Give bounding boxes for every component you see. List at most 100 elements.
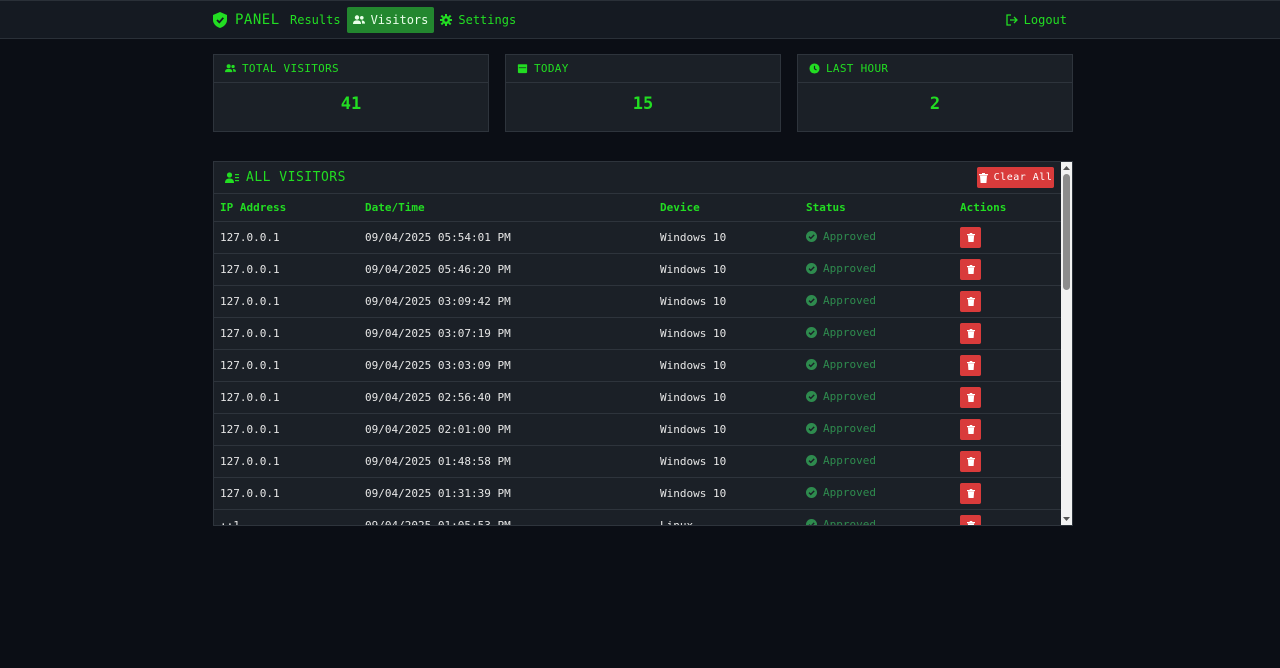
status-label: Approved [823, 261, 876, 275]
cell-datetime: 09/04/2025 05:54:01 PM [359, 221, 654, 254]
cell-actions [954, 285, 1062, 318]
table-row: 127.0.0.1 09/04/2025 05:54:01 PM Windows 1… [214, 221, 1062, 254]
vertical-scrollbar[interactable] [1061, 162, 1072, 525]
stat-label: TOTAL VISITORS [242, 62, 339, 75]
cell-ip: 127.0.0.1 [214, 413, 359, 446]
cell-ip: 127.0.0.1 [214, 253, 359, 286]
delete-row-button[interactable] [960, 258, 981, 280]
cell-actions [954, 253, 1062, 286]
calendar-icon [517, 64, 528, 74]
column-header-status: Status [800, 194, 954, 222]
status-badge: Approved [806, 517, 876, 526]
cell-status: Approved [800, 253, 954, 286]
cell-ip: 127.0.0.1 [214, 477, 359, 510]
logout-label: Logout [1023, 13, 1067, 27]
delete-row-button[interactable] [960, 354, 981, 376]
scrollbar-thumb[interactable] [1063, 174, 1070, 290]
cell-status: Approved [800, 445, 954, 478]
stat-value: 2 [929, 94, 941, 114]
nav-visitors[interactable]: Visitors [346, 7, 435, 33]
table-row: 127.0.0.1 09/04/2025 01:31:39 PM Windows 1… [214, 477, 1062, 510]
delete-row-button[interactable] [960, 226, 981, 248]
stat-value: 41 [340, 94, 362, 114]
status-badge: Approved [806, 294, 876, 307]
cell-datetime: 09/04/2025 01:05:53 PM [359, 509, 654, 525]
table-row: 127.0.0.1 09/04/2025 01:48:58 PM Windows 1… [214, 445, 1062, 478]
users-icon [352, 15, 365, 24]
status-badge: Approved [806, 230, 876, 243]
cell-device: Windows 10 [654, 285, 800, 318]
status-label: Approved [823, 517, 876, 526]
logout-icon [1005, 14, 1018, 26]
stat-card-header: TOTAL VISITORS [214, 55, 488, 83]
cell-device: Windows 10 [654, 381, 800, 414]
stat-card-header: TODAY [506, 55, 780, 83]
check-circle-icon [806, 486, 817, 498]
delete-row-button[interactable] [960, 450, 981, 472]
cell-actions [954, 349, 1062, 382]
cell-ip: ::1 [214, 509, 359, 525]
cell-device: Windows 10 [654, 221, 800, 254]
status-badge: Approved [806, 390, 876, 403]
clock-icon [809, 63, 820, 74]
cell-status: Approved [800, 413, 954, 446]
cell-status: Approved [800, 477, 954, 510]
trash-icon [978, 172, 988, 183]
scroll-down-arrow-icon[interactable] [1061, 514, 1072, 525]
delete-row-button[interactable] [960, 322, 981, 344]
status-badge: Approved [806, 326, 876, 339]
delete-row-button[interactable] [960, 290, 981, 312]
nav-settings[interactable]: Settings [434, 7, 522, 33]
check-circle-icon [806, 230, 817, 242]
check-circle-icon [806, 262, 817, 274]
cell-status: Approved [800, 509, 954, 526]
status-badge: Approved [806, 454, 876, 467]
cell-device: Windows 10 [654, 477, 800, 510]
column-header-device: Device [654, 194, 800, 222]
cell-device: Windows 10 [654, 317, 800, 350]
table-row: 127.0.0.1 09/04/2025 02:56:40 PM Windows 1… [214, 381, 1062, 414]
check-circle-icon [806, 454, 817, 466]
status-label: Approved [823, 229, 876, 243]
brand[interactable]: PANEL [213, 10, 280, 30]
cell-status: Approved [800, 349, 954, 382]
gear-icon [440, 14, 453, 26]
trash-icon [966, 520, 975, 525]
panel-title: ALL VISITORS [246, 170, 346, 185]
check-circle-icon [806, 294, 817, 306]
delete-row-button[interactable] [960, 482, 981, 504]
visitors-table-container[interactable]: IP Address Date/Time Device Status Actio… [214, 194, 1062, 526]
cell-datetime: 09/04/2025 03:09:42 PM [359, 285, 654, 318]
cell-status: Approved [800, 317, 954, 350]
check-circle-icon [806, 326, 817, 338]
logout-button[interactable]: Logout [1005, 7, 1067, 33]
status-badge: Approved [806, 262, 876, 275]
status-label: Approved [823, 293, 876, 307]
trash-icon [966, 488, 975, 498]
table-row: ::1 09/04/2025 01:05:53 PM Linux Approved [214, 509, 1062, 526]
trash-icon [966, 360, 975, 370]
nav-settings-label: Settings [458, 13, 517, 27]
table-row: 127.0.0.1 09/04/2025 03:07:19 PM Windows 1… [214, 317, 1062, 350]
table-row: 127.0.0.1 09/04/2025 03:03:09 PM Windows 1… [214, 349, 1062, 382]
cell-actions [954, 317, 1062, 350]
shield-icon [213, 12, 227, 28]
delete-row-button[interactable] [960, 386, 981, 408]
nav-visitors-label: Visitors [370, 13, 429, 27]
delete-row-button[interactable] [960, 418, 981, 440]
cell-device: Windows 10 [654, 445, 800, 478]
cell-device: Windows 10 [654, 253, 800, 286]
delete-row-button[interactable] [960, 514, 981, 525]
cell-datetime: 09/04/2025 01:31:39 PM [359, 477, 654, 510]
stat-card-total: TOTAL VISITORS 41 [213, 54, 489, 132]
cell-ip: 127.0.0.1 [214, 349, 359, 382]
nav-results[interactable]: Results [284, 7, 347, 33]
column-header-actions: Actions [954, 194, 1062, 222]
stat-card-last-hour: LAST HOUR 2 [797, 54, 1073, 132]
cell-datetime: 09/04/2025 02:01:00 PM [359, 413, 654, 446]
scroll-up-arrow-icon[interactable] [1061, 162, 1072, 173]
cell-status: Approved [800, 381, 954, 414]
cell-datetime: 09/04/2025 03:07:19 PM [359, 317, 654, 350]
trash-icon [966, 296, 975, 306]
clear-all-button[interactable]: Clear All [977, 167, 1054, 188]
